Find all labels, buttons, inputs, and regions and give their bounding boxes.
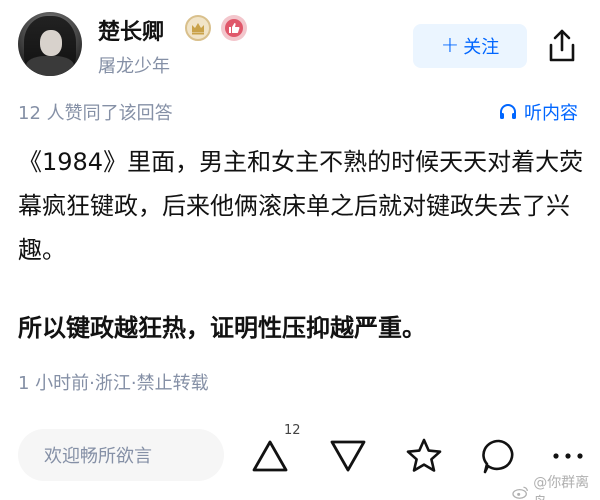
headphones-icon <box>500 104 516 119</box>
follow-button[interactable]: + 关注 <box>413 24 527 68</box>
crown-badge-icon[interactable] <box>185 15 211 41</box>
star-icon[interactable] <box>404 436 444 476</box>
answer-meta: 1 小时前·浙江·禁止转载 <box>18 373 209 394</box>
upvote-summary: 12 人赞同了该回答 <box>18 103 173 124</box>
author-name[interactable]: 楚长卿 <box>98 14 164 46</box>
downvote-icon[interactable] <box>328 436 368 476</box>
answer-paragraph-1: 《1984》里面，男主和女主不熟的时候天天对着大荧幕疯狂键政，后来他俩滚床单之后… <box>18 148 584 264</box>
listen-button[interactable]: 听内容 <box>498 99 578 125</box>
author-bio: 屠龙少年 <box>98 56 170 77</box>
answer-paragraph-2: 所以键政越狂热，证明性压抑越严重。 <box>18 314 426 342</box>
share-icon[interactable] <box>546 28 578 64</box>
avatar-face <box>40 30 62 56</box>
comment-input[interactable]: 欢迎畅所欲言 <box>18 429 224 481</box>
more-icon[interactable] <box>548 436 588 476</box>
avatar[interactable] <box>18 12 82 76</box>
weibo-icon <box>512 486 528 499</box>
upvote-icon[interactable] <box>250 436 290 476</box>
watermark-text: @你群离岛 <box>533 475 590 500</box>
watermark: @你群离岛 <box>512 472 600 500</box>
plus-icon: + <box>440 33 460 58</box>
comment-icon[interactable] <box>479 436 519 476</box>
listen-label: 听内容 <box>524 103 578 124</box>
avatar-robe <box>26 56 74 76</box>
like-badge-icon[interactable] <box>221 15 247 41</box>
follow-button-label: 关注 <box>463 37 500 58</box>
